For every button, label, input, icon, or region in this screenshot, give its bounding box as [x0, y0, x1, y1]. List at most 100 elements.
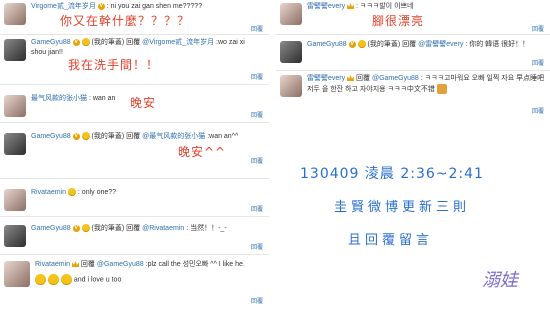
reply-link[interactable]: 回覆 — [251, 296, 263, 305]
comment-body: : 当然！！-_- — [186, 225, 227, 232]
comment-body: :plz call the 성민오빠 ^^ I like he. — [145, 261, 245, 268]
reply-link[interactable]: 回覆 — [251, 72, 263, 81]
thumbs-up-icon — [436, 84, 447, 94]
emoticon-icon — [81, 132, 90, 141]
reply-link[interactable]: 回覆 — [251, 156, 263, 165]
comment-text: Virgome贰_流年岁月 V : ni you zai gan shen me… — [26, 2, 206, 12]
comment-item: Rivataemin 回覆 @GameGyu88 :plz call the 성… — [0, 256, 269, 309]
avatar[interactable] — [4, 133, 26, 155]
comment-text: Rivataemin : only one?? — [26, 188, 120, 198]
reply-prefix: 回覆 — [126, 39, 141, 46]
handwritten-annotation: 我在洗手間！！ — [68, 58, 160, 72]
mention-link[interactable]: @Rivataemin — [142, 225, 184, 232]
comment-body: :wan an^^ — [207, 133, 239, 140]
comment-item: GameGyu88 V (我的筆蓋) 回覆 @雷譬譬every : 你的 韓语 … — [276, 36, 550, 70]
reply-link[interactable]: 回覆 — [251, 242, 263, 251]
prefix-label: (我的筆蓋) — [91, 225, 125, 232]
avatar[interactable] — [4, 189, 26, 211]
comment-item: GameGyu88 V (我的筆蓋) 回覆 @Virgome贰_流年岁月 :wo… — [0, 36, 269, 84]
reply-prefix: 回覆 — [126, 133, 141, 140]
vip-badge-icon: V — [97, 2, 105, 10]
avatar[interactable] — [4, 95, 26, 117]
emoticon-icon — [81, 38, 90, 47]
divider — [0, 34, 269, 35]
comment-body: : wan an — [88, 95, 116, 102]
username-link[interactable]: GameGyu88 — [31, 133, 71, 140]
reply-prefix: 回覆 — [402, 41, 417, 48]
mention-link[interactable]: @Virgome贰_流年岁月 — [142, 39, 214, 46]
comment-item: 雷譬譬every 回覆 @GameGyu88 : ㅋㅋㅋ고마워요 오빠 일찍 자… — [276, 72, 550, 118]
comment-text: GameGyu88 V (我的筆蓋) 回覆 @Rivataemin : 当然！！… — [26, 224, 269, 234]
prefix-label: (我的筆蓋) — [91, 39, 125, 46]
mention-link[interactable]: @最气风款的张小猫 — [142, 133, 205, 140]
vip-badge-icon: V — [72, 38, 80, 46]
vip-badge-icon: V — [72, 224, 80, 232]
avatar[interactable] — [4, 225, 26, 247]
avatar[interactable] — [4, 3, 26, 25]
comment-item: Rivataemin : only one?? 回覆 — [0, 180, 269, 218]
mention-link[interactable]: @雷譬譬every — [418, 41, 463, 48]
reply-link[interactable]: 回覆 — [532, 106, 544, 115]
crown-icon — [347, 75, 355, 82]
prefix-label: (我的筆蓋) — [91, 133, 125, 140]
signature: 溺娃 — [482, 270, 518, 291]
username-link[interactable]: Rivataemin — [31, 189, 66, 196]
mention-link[interactable]: @GameGyu88 — [97, 261, 144, 268]
comment-body: : ni you zai gan shen me????? — [106, 3, 203, 10]
handwritten-annotation: 晚安^^ — [178, 145, 227, 159]
username-link[interactable]: GameGyu88 — [31, 39, 71, 46]
comment-body: : ㅋㅋㅋ발이 이쁘네 — [356, 3, 414, 10]
username-link[interactable]: 雷譬譬every — [307, 3, 345, 10]
avatar[interactable] — [280, 3, 302, 25]
emoticon-icon — [67, 188, 76, 197]
comment-text: 最气风款的张小猫 : wan an — [26, 94, 119, 104]
comment-item: 最气风款的张小猫 : wan an 晚安 回覆 — [0, 86, 269, 124]
caption-date: 130409 淩晨 2:36~2:41 — [300, 166, 484, 182]
divider — [0, 216, 269, 217]
comment-text: Rivataemin 回覆 @GameGyu88 :plz call the 성… — [30, 260, 269, 285]
username-link[interactable]: Rivataemin — [35, 261, 70, 268]
emoticon-icon — [60, 274, 72, 285]
comment-item: Virgome贰_流年岁月 V : ni you zai gan shen me… — [0, 0, 269, 36]
username-link[interactable]: GameGyu88 — [307, 41, 347, 48]
crown-icon — [71, 261, 79, 268]
divider — [276, 34, 550, 35]
reply-link[interactable]: 回覆 — [251, 204, 263, 213]
divider — [0, 254, 269, 255]
reply-link[interactable]: 回覆 — [251, 110, 263, 119]
avatar[interactable] — [280, 75, 302, 97]
comment-body: : 你的 韓语 很好！！ — [465, 41, 530, 48]
comment-item: GameGyu88 V (我的筆蓋) 回覆 @最气风款的张小猫 :wan an^… — [0, 124, 269, 176]
reply-link[interactable]: 回覆 — [532, 58, 544, 67]
comment-item: GameGyu88 V (我的筆蓋) 回覆 @Rivataemin : 当然！！… — [0, 218, 269, 254]
reply-prefix: 回覆 — [356, 75, 371, 82]
handwritten-annotation: 你又在幹什麼？？？？ — [60, 14, 191, 28]
divider — [0, 178, 269, 179]
comment-body-2: and i love u too — [73, 276, 122, 284]
avatar[interactable] — [280, 41, 302, 63]
comment-text: GameGyu88 V (我的筆蓋) 回覆 @最气风款的张小猫 :wan an^… — [26, 132, 269, 142]
comment-body: : ㅋㅋㅋ고마워요 오빠 일찍 자요 — [420, 75, 515, 82]
username-link[interactable]: Virgome贰_流年岁月 — [31, 3, 96, 10]
vip-badge-icon: V — [348, 40, 356, 48]
prefix-label: (我的筆蓋) — [367, 41, 401, 48]
emoticon-icon — [357, 40, 366, 49]
reply-link[interactable]: 回覆 — [251, 24, 263, 33]
reply-prefix: 回覆 — [126, 225, 141, 232]
divider — [0, 122, 269, 123]
crown-icon — [347, 3, 355, 10]
comment-text: GameGyu88 V (我的筆蓋) 回覆 @雷譬譬every : 你的 韓语 … — [302, 40, 549, 50]
username-link[interactable]: GameGyu88 — [31, 225, 71, 232]
username-link[interactable]: 雷譬譬every — [307, 75, 345, 82]
emoticon-icon — [81, 224, 90, 233]
comment-text: 雷譬譬every : ㅋㅋㅋ발이 이쁘네 — [302, 2, 417, 12]
username-link[interactable]: 最气风款的张小猫 — [31, 95, 87, 102]
reply-link[interactable]: 回覆 — [532, 24, 544, 33]
handwritten-annotation: 腳很漂亮 — [372, 14, 425, 28]
avatar[interactable] — [4, 39, 26, 61]
avatar[interactable] — [4, 261, 30, 287]
mention-link[interactable]: @GameGyu88 — [372, 75, 419, 82]
emoticon-icon — [47, 274, 59, 285]
divider — [0, 84, 269, 85]
vip-badge-icon: V — [72, 132, 80, 140]
